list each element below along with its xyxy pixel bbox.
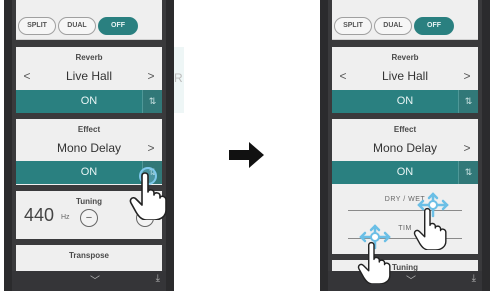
chevron-down-icon[interactable]: ﹀ <box>406 272 416 287</box>
mode-panel: SPLIT DUAL OFF <box>16 0 162 40</box>
hand-pointer-icon <box>357 241 391 284</box>
chevron-right-icon[interactable]: > <box>460 138 474 158</box>
chevron-right-icon[interactable]: > <box>144 138 158 158</box>
ghost-column: R <box>174 47 184 113</box>
reverb-on-button[interactable]: ON ⇅ <box>332 90 478 113</box>
dry-wet-label: DRY / WET <box>384 196 426 203</box>
effect-on-button[interactable]: ON ⇅ <box>332 161 478 184</box>
reverb-title: Reverb <box>75 53 103 62</box>
split-button[interactable]: SPLIT <box>334 17 372 35</box>
effect-title: Effect <box>77 125 101 134</box>
effect-panel: Effect > Mono Delay ON ⇅ DRY / WET TIM <box>332 119 478 254</box>
mode-panel: SPLIT DUAL OFF <box>332 0 478 40</box>
reverb-panel: Reverb < Live Hall > ON ⇅ <box>16 47 162 113</box>
reverb-selector: < Live Hall > <box>332 66 478 86</box>
hand-pointer-icon <box>413 207 447 250</box>
mixer-icon[interactable]: ⇅ <box>458 161 478 184</box>
effect-value: Mono Delay <box>372 141 438 155</box>
reverb-state: ON <box>80 95 98 107</box>
off-button[interactable]: OFF <box>414 17 454 35</box>
split-button[interactable]: SPLIT <box>18 17 56 35</box>
reverb-panel: Reverb < Live Hall > ON ⇅ <box>332 47 478 113</box>
reverb-on-button[interactable]: ON ⇅ <box>16 90 162 113</box>
tuning-value: 440 <box>24 205 55 225</box>
reverb-value: Live Hall <box>65 69 113 83</box>
effect-title: Effect <box>393 125 417 134</box>
effect-selector: > Mono Delay <box>332 138 478 158</box>
chevron-down-icon[interactable]: ﹀ <box>90 272 100 287</box>
chevron-left-icon[interactable]: < <box>20 66 34 86</box>
transpose-title: Transpose <box>68 251 109 260</box>
off-button[interactable]: OFF <box>98 17 138 35</box>
chevron-right-icon[interactable]: > <box>144 66 158 86</box>
bottom-bar: ﹀ ⤓ <box>328 271 482 291</box>
tuning-unit: Hz <box>61 214 70 221</box>
reverb-value: Live Hall <box>381 69 429 83</box>
hand-pointer-icon <box>129 172 167 220</box>
effect-selector: > Mono Delay <box>16 138 162 158</box>
chevron-left-icon[interactable]: < <box>336 66 350 86</box>
dual-button[interactable]: DUAL <box>374 17 412 35</box>
download-icon[interactable]: ⤓ <box>156 273 160 284</box>
screen-before: SPLIT DUAL OFF Reverb < Live Hall > ON ⇅… <box>4 0 174 291</box>
reverb-state: ON <box>396 95 414 107</box>
ghost-letter: R <box>174 71 183 85</box>
chevron-right-icon[interactable]: > <box>460 66 474 86</box>
reverb-title: Reverb <box>391 53 419 62</box>
bottom-bar: ﹀ ⤓ <box>12 271 166 291</box>
mixer-icon[interactable]: ⇅ <box>142 90 162 113</box>
reverb-selector: < Live Hall > <box>16 66 162 86</box>
effect-value: Mono Delay <box>56 141 122 155</box>
mixer-icon[interactable]: ⇅ <box>458 90 478 113</box>
effect-state: ON <box>80 166 98 178</box>
minus-icon[interactable]: − <box>80 209 98 227</box>
arrow-right-icon <box>229 142 264 168</box>
screen-after: SPLIT DUAL OFF Reverb < Live Hall > ON ⇅… <box>320 0 490 291</box>
effect-state: ON <box>396 166 414 178</box>
time-label: TIM <box>398 225 412 232</box>
dual-button[interactable]: DUAL <box>58 17 96 35</box>
download-icon[interactable]: ⤓ <box>472 273 476 284</box>
